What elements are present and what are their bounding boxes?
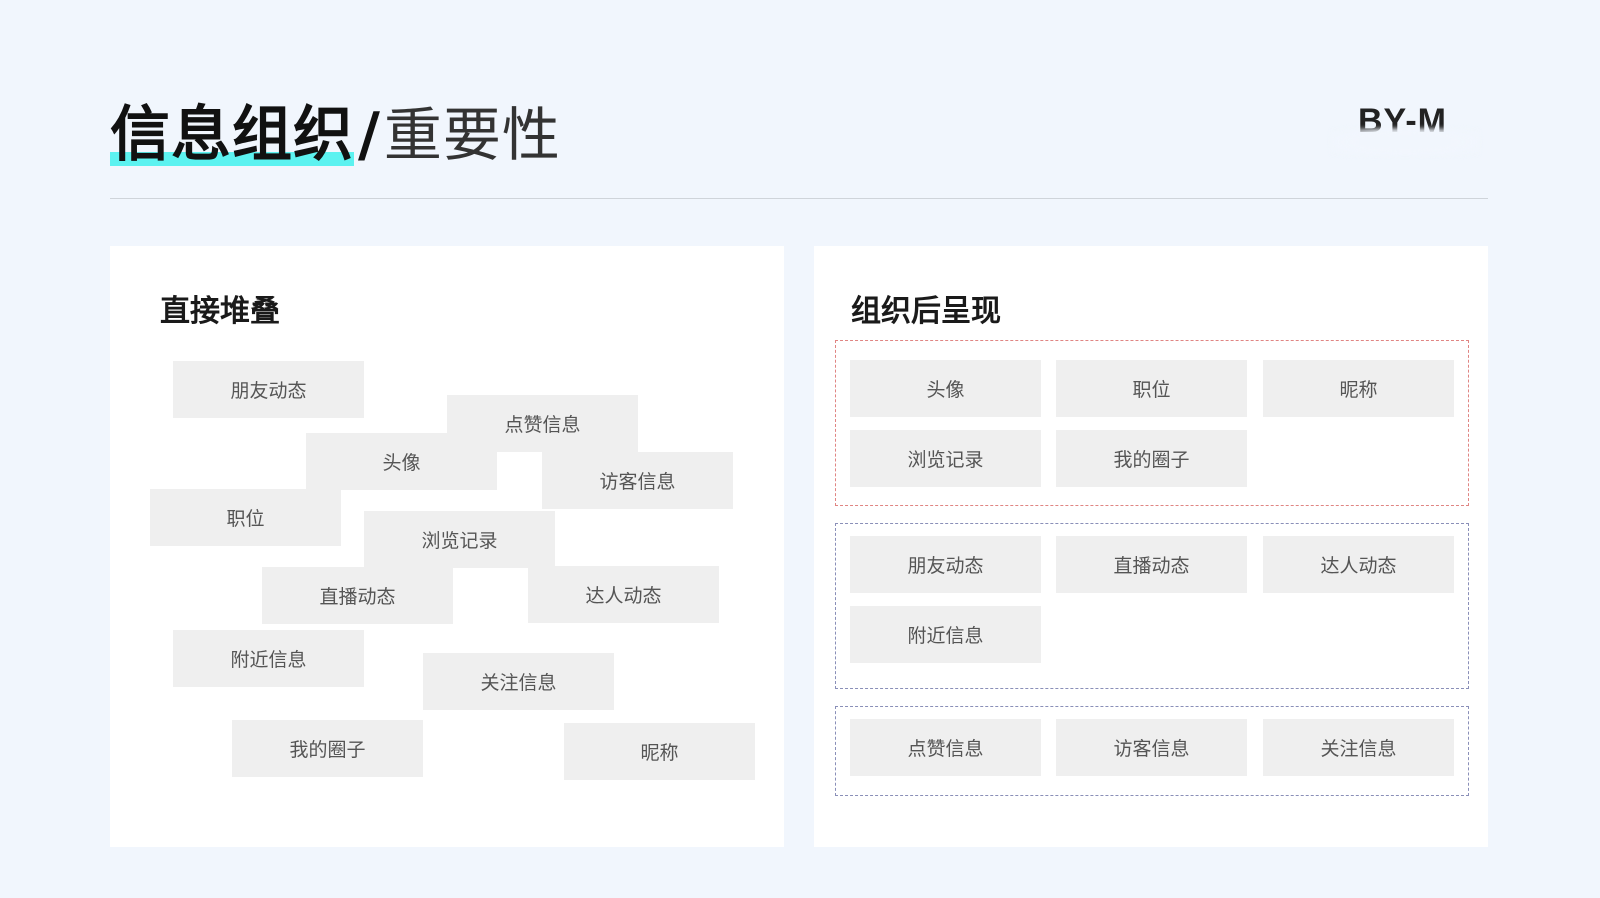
tag: 职位 — [1056, 360, 1247, 417]
page-title: 信息组织 / 重要性 — [110, 96, 561, 170]
group-feeds: 朋友动态 直播动态 达人动态 附近信息 — [835, 523, 1469, 689]
tag: 昵称 — [1263, 360, 1454, 417]
group-profile: 头像 职位 昵称 浏览记录 我的圈子 — [835, 340, 1469, 506]
tag: 访客信息 — [542, 452, 733, 509]
right-panel: 组织后呈现 头像 职位 昵称 浏览记录 我的圈子 朋友动态 直播动态 达人动态 … — [814, 246, 1488, 847]
tag: 朋友动态 — [850, 536, 1041, 593]
tag: 浏览记录 — [364, 511, 555, 568]
tag: 直播动态 — [1056, 536, 1247, 593]
left-panel-title: 直接堆叠 — [160, 294, 280, 329]
tag: 直播动态 — [262, 567, 453, 624]
tag: 朋友动态 — [173, 361, 364, 418]
tag: 昵称 — [564, 723, 755, 780]
tag: 我的圈子 — [1056, 430, 1247, 487]
group-interactions: 点赞信息 访客信息 关注信息 — [835, 706, 1469, 796]
title-separator: / — [358, 100, 380, 170]
tag: 浏览记录 — [850, 430, 1041, 487]
header-divider — [110, 198, 1488, 199]
tag: 我的圈子 — [232, 720, 423, 777]
tag: 达人动态 — [1263, 536, 1454, 593]
tag: 职位 — [150, 489, 341, 546]
tag: 关注信息 — [1263, 719, 1454, 776]
tag: 点赞信息 — [850, 719, 1041, 776]
tag: 关注信息 — [423, 653, 614, 710]
tag: 头像 — [306, 433, 497, 490]
tag: 达人动态 — [528, 566, 719, 623]
title-main: 信息组织 — [110, 100, 354, 170]
tag: 附近信息 — [173, 630, 364, 687]
title-sub: 重要性 — [383, 101, 561, 169]
right-panel-title: 组织后呈现 — [851, 294, 1001, 329]
left-panel: 直接堆叠 朋友动态 点赞信息 头像 访客信息 职位 浏览记录 直播动态 达人动态… — [110, 246, 784, 847]
tag: 访客信息 — [1056, 719, 1247, 776]
brand-fade — [1330, 128, 1480, 156]
tag: 附近信息 — [850, 606, 1041, 663]
tag: 头像 — [850, 360, 1041, 417]
